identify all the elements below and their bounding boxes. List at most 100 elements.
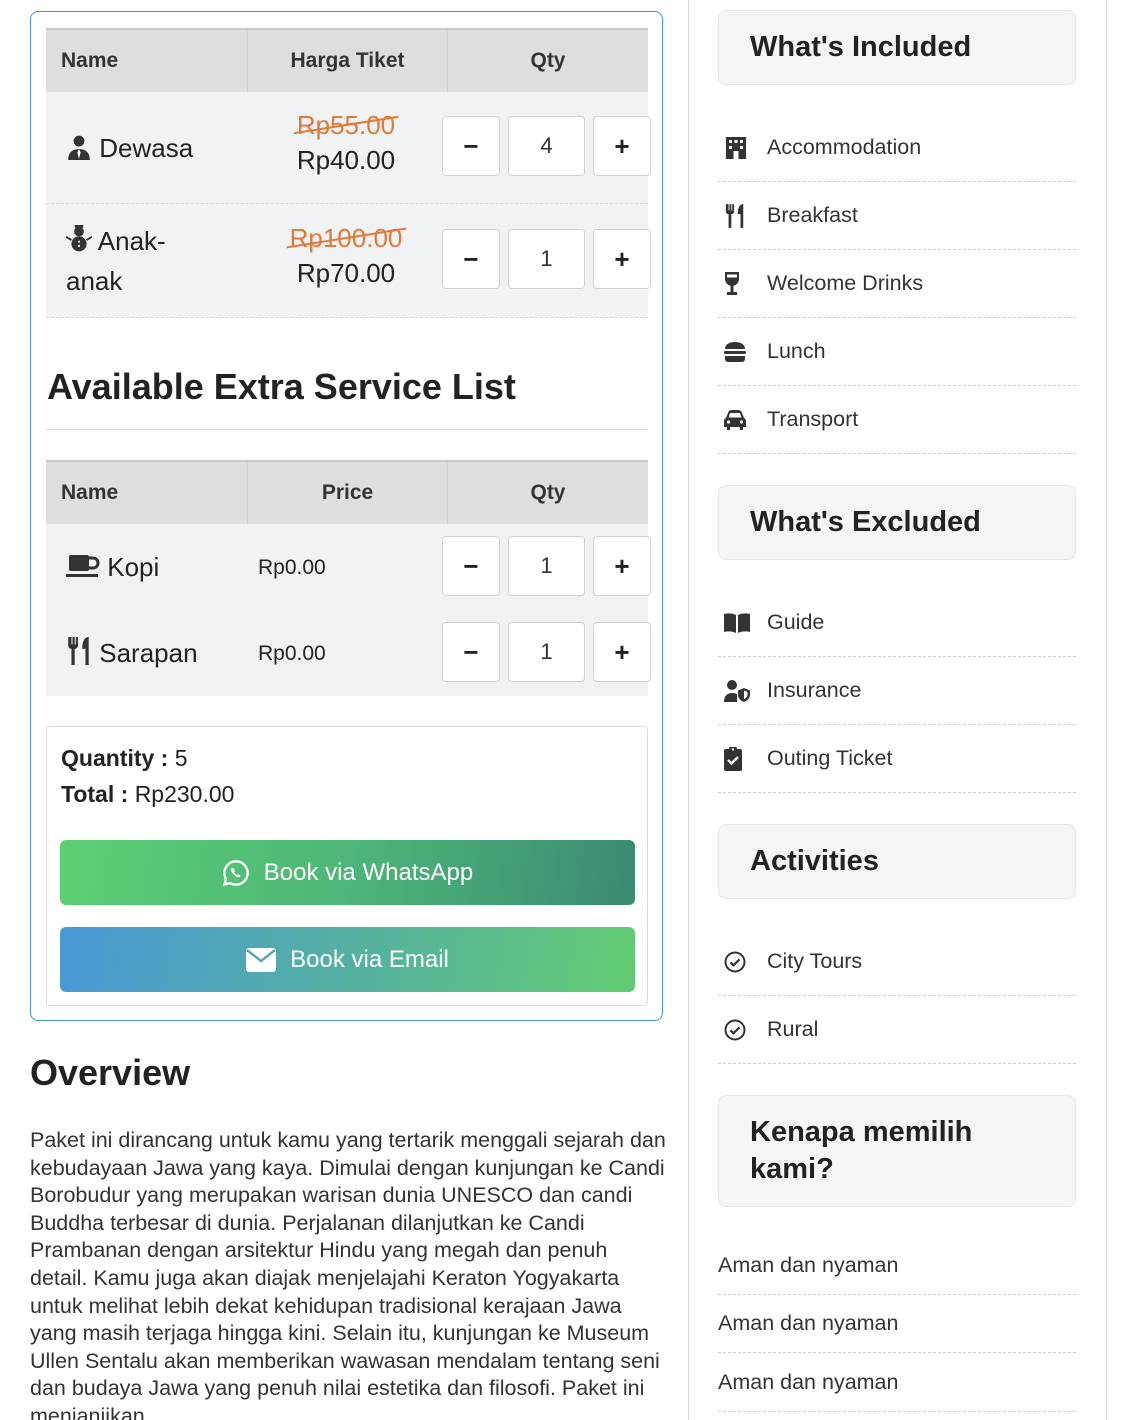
ticket-name-label: Dewasa <box>99 133 194 163</box>
decrement-button[interactable]: − <box>442 116 500 176</box>
mug-icon <box>66 555 100 577</box>
book-whatsapp-button[interactable]: Book via WhatsApp <box>60 840 635 905</box>
activities-panel-header: Activities <box>718 824 1076 899</box>
excluded-label: Insurance <box>767 678 862 702</box>
included-label: Transport <box>767 407 859 431</box>
whatsapp-button-label: Book via WhatsApp <box>263 858 474 886</box>
extra-table-header: Name Price Qty <box>46 460 648 524</box>
column-header-price: Price <box>247 462 447 524</box>
utensils-icon <box>725 203 744 228</box>
column-header-name: Name <box>61 481 119 504</box>
quantity-value[interactable]: 1 <box>508 536 585 596</box>
excluded-label: Outing Ticket <box>767 746 893 770</box>
total-summary: Total : Rp230.00 <box>61 781 234 808</box>
building-icon <box>726 136 746 159</box>
ticket-name-anak: Anak- anak <box>65 221 166 301</box>
excluded-item: Insurance <box>718 657 1076 725</box>
extra-service-title: Available Extra Service List <box>47 366 516 407</box>
why-us-panel-header: Kenapa memilih kami? <box>718 1095 1076 1207</box>
activity-label: City Tours <box>767 949 863 973</box>
why-us-title: Kenapa memilih <box>750 1116 973 1148</box>
extra-name-label: Sarapan <box>99 638 198 668</box>
overview-title: Overview <box>30 1052 191 1093</box>
ticket-row-dewasa: Dewasa Rp55.00 Rp40.00 − 4 + <box>46 92 651 204</box>
activities-title: Activities <box>750 845 879 877</box>
clipboard-check-icon <box>724 746 742 771</box>
ticket-table-header: Name Harga Tiket Qty <box>46 28 648 92</box>
book-icon <box>724 612 750 633</box>
decrement-button[interactable]: − <box>442 229 500 289</box>
increment-button[interactable]: + <box>593 622 651 682</box>
activity-label: Rural <box>767 1017 819 1041</box>
utensils-icon <box>68 637 89 665</box>
booking-summary: Quantity : 5 Total : Rp230.00 Book via W… <box>46 726 648 1006</box>
included-item: Accommodation <box>718 114 1076 182</box>
included-item: Lunch <box>718 318 1076 386</box>
check-circle-icon <box>724 1019 746 1040</box>
quantity-label: Quantity : <box>61 745 169 771</box>
column-header-price: Harga Tiket <box>247 30 447 92</box>
extra-service-table: Name Price Qty Kopi Rp0.00 − 1 + Sarapan… <box>46 460 651 696</box>
old-price: Rp55.00 <box>296 110 396 140</box>
increment-button[interactable]: + <box>593 116 651 176</box>
why-us-title-line2: kami? <box>750 1153 834 1185</box>
user-shield-icon <box>724 679 750 702</box>
included-item: Breakfast <box>718 182 1076 250</box>
sidebar-left-border <box>688 0 689 1420</box>
car-icon <box>724 409 746 430</box>
increment-button[interactable]: + <box>593 229 651 289</box>
whatsapp-icon <box>222 859 249 886</box>
extra-name-kopi: Kopi <box>66 547 159 587</box>
wine-glass-icon <box>725 271 739 295</box>
ticket-price-dewasa: Rp55.00 Rp40.00 <box>246 110 446 180</box>
decrement-button[interactable]: − <box>442 536 500 596</box>
snowman-icon <box>65 225 93 252</box>
included-item: Transport <box>718 386 1076 454</box>
divider <box>46 429 648 430</box>
current-price: Rp70.00 <box>296 258 396 288</box>
ticket-table: Name Harga Tiket Qty Dewasa Rp55.00 Rp40… <box>46 28 651 318</box>
excluded-label: Guide <box>767 610 825 634</box>
included-label: Welcome Drinks <box>767 271 924 295</box>
activity-item: City Tours <box>718 928 1076 996</box>
included-label: Breakfast <box>767 203 858 227</box>
activity-item: Rural <box>718 996 1076 1064</box>
booking-card: Name Harga Tiket Qty Dewasa Rp55.00 Rp40… <box>30 11 663 1021</box>
why-us-item: Aman dan nyaman <box>718 1237 1076 1295</box>
included-title: What's Included <box>750 31 972 63</box>
included-panel-header: What's Included <box>718 10 1076 85</box>
envelope-icon <box>246 947 277 972</box>
ticket-row-anak: Anak- anak Rp100.00 Rp70.00 − 1 + <box>46 204 651 318</box>
old-price: Rp100.00 <box>289 223 403 253</box>
ticket-name-dewasa: Dewasa <box>66 128 193 168</box>
column-header-name: Name <box>61 49 119 72</box>
book-email-button[interactable]: Book via Email <box>60 927 635 992</box>
extra-row-kopi: Kopi Rp0.00 − 1 + <box>46 524 651 610</box>
included-item: Welcome Drinks <box>718 250 1076 318</box>
quantity-value[interactable]: 1 <box>508 229 585 289</box>
total-label: Total : <box>61 781 129 807</box>
ticket-name-label-line2: anak <box>66 266 123 296</box>
why-us-item: Aman dan nyaman <box>718 1354 1076 1412</box>
increment-button[interactable]: + <box>593 536 651 596</box>
quantity-value[interactable]: 1 <box>508 622 585 682</box>
email-button-label: Book via Email <box>290 945 449 973</box>
excluded-item: Guide <box>718 589 1076 657</box>
extra-row-sarapan: Sarapan Rp0.00 − 1 + <box>46 610 651 696</box>
extra-price: Rp0.00 <box>258 642 326 665</box>
check-circle-icon <box>724 951 746 972</box>
ticket-price-anak: Rp100.00 Rp70.00 <box>246 223 446 293</box>
excluded-panel-header: What's Excluded <box>718 485 1076 560</box>
included-label: Accommodation <box>767 135 922 159</box>
extra-price: Rp0.00 <box>258 556 326 579</box>
overview-text: Paket ini dirancang untuk kamu yang tert… <box>30 1128 666 1420</box>
ticket-name-label: Anak- <box>97 226 166 256</box>
person-tie-icon <box>68 135 90 160</box>
quantity-total: 5 <box>174 745 188 771</box>
extra-name-sarapan: Sarapan <box>66 633 198 673</box>
excluded-title: What's Excluded <box>750 506 981 538</box>
decrement-button[interactable]: − <box>442 622 500 682</box>
included-label: Lunch <box>767 339 826 363</box>
quantity-value[interactable]: 4 <box>508 116 585 176</box>
sidebar-right-border <box>1106 0 1107 1420</box>
